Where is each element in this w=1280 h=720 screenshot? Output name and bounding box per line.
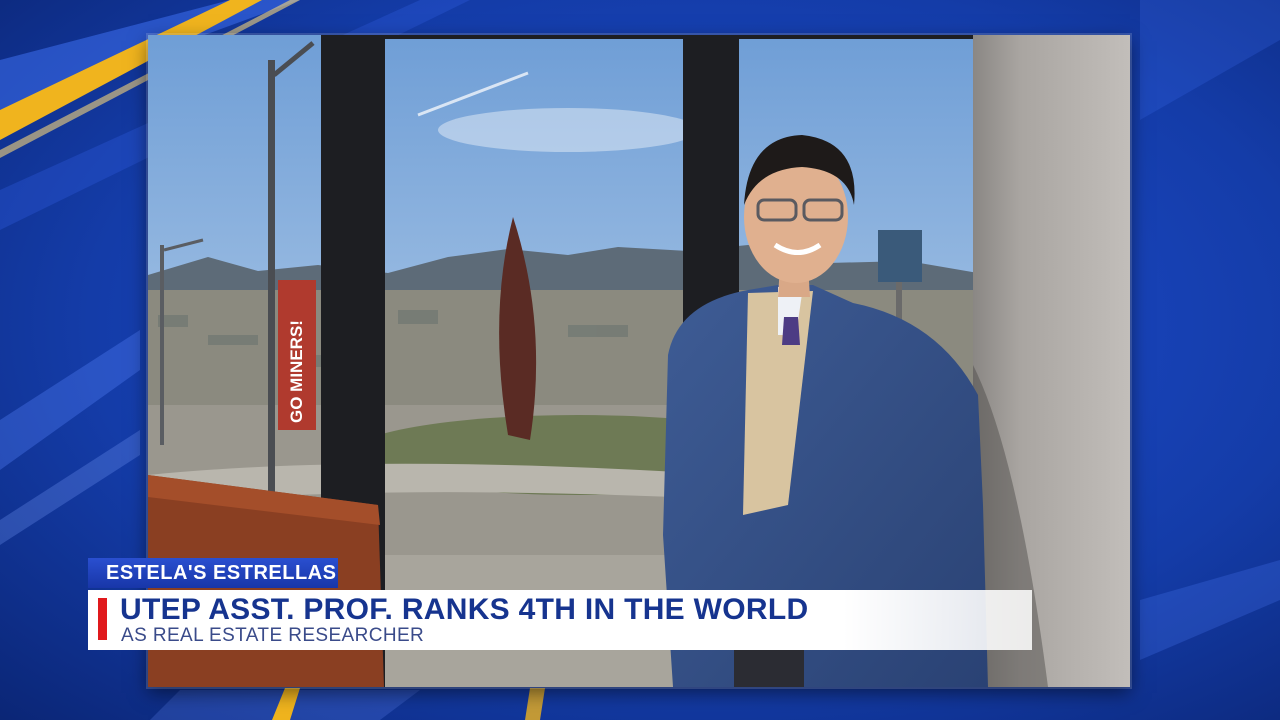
headline: UTEP ASST. PROF. RANKS 4TH IN THE WORLD xyxy=(120,593,809,626)
lower-third: UTEP ASST. PROF. RANKS 4TH IN THE WORLD … xyxy=(88,590,1032,650)
accent-bar xyxy=(98,598,107,640)
subheadline: AS REAL ESTATE RESEARCHER xyxy=(121,625,425,646)
show-name-tag: ESTELA'S ESTRELLAS xyxy=(88,558,338,588)
show-name: ESTELA'S ESTRELLAS xyxy=(106,561,337,584)
banner-text: GO MINERS! xyxy=(287,320,306,423)
